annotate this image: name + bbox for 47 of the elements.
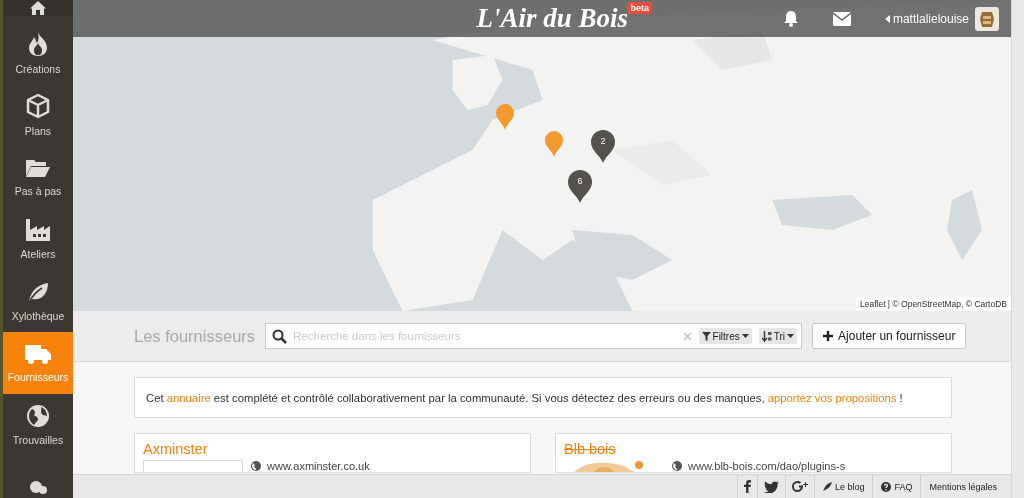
google-plus-icon xyxy=(791,480,808,493)
map-cluster-marker[interactable]: 2 xyxy=(590,130,616,164)
filter-dropdown[interactable]: Filtres xyxy=(698,328,752,344)
faq-link[interactable]: FAQ xyxy=(872,475,921,498)
bird-icon xyxy=(763,480,779,493)
user-menu[interactable]: mattlalielouise xyxy=(884,6,999,31)
folder-icon xyxy=(25,157,51,179)
factory-icon xyxy=(25,218,51,242)
add-supplier-button[interactable]: Ajouter un fournisseur xyxy=(812,323,967,349)
home-button[interactable] xyxy=(3,0,73,16)
sidebar-item[interactable]: Trouvailles xyxy=(3,394,73,456)
caret-icon xyxy=(741,334,749,338)
pen-icon xyxy=(822,482,832,491)
sidebar-item[interactable]: Créations xyxy=(3,22,73,84)
help-icon xyxy=(881,481,892,492)
leaf-icon xyxy=(26,280,50,304)
filter-icon xyxy=(701,331,711,341)
globe-icon xyxy=(26,404,50,428)
plus-icon xyxy=(823,331,834,341)
facebook-icon xyxy=(743,480,751,493)
bell-icon[interactable] xyxy=(782,10,799,27)
person-icon xyxy=(27,480,49,494)
site-logo[interactable]: L'Air du Bois xyxy=(476,5,628,32)
truck-icon xyxy=(24,343,52,365)
envelope-icon[interactable] xyxy=(832,11,851,26)
sidebar-item[interactable]: Xylothèque xyxy=(3,270,73,332)
sort-dropdown[interactable]: Tri xyxy=(758,328,798,344)
avatar-icon xyxy=(975,6,999,31)
caret-icon xyxy=(787,334,795,338)
notice-text: Cet annuaire est complété et contrôlé collaborativement par la communauté. Si vous détectez des erreurs ou des manques, apportez vos propositions ! xyxy=(146,391,903,404)
map-attribution: Leaflet | © OpenStreetMap, © CartoDB xyxy=(855,297,1011,311)
map-cluster-marker[interactable]: 6 xyxy=(567,170,593,204)
sort-icon xyxy=(761,330,772,342)
home-icon xyxy=(29,0,47,16)
blog-link[interactable]: Le blog xyxy=(813,475,873,498)
page-title: Les fournisseurs xyxy=(134,326,256,346)
search-icon xyxy=(272,328,288,344)
cube-icon xyxy=(26,93,50,119)
sidebar-item[interactable]: Pas à pas xyxy=(3,146,73,208)
flame-icon xyxy=(27,31,49,57)
scrollbar[interactable] xyxy=(1011,0,1024,498)
caret-icon xyxy=(884,14,890,23)
sidebar-item[interactable]: Ateliers xyxy=(3,208,73,270)
sidebar-item[interactable]: Plans xyxy=(3,84,73,146)
supplier-url[interactable]: www.axminster.co.uk xyxy=(267,460,370,472)
supplier-url[interactable]: www.blb-bois.com/dao/plugins-s xyxy=(688,460,846,472)
beta-badge: beta xyxy=(627,2,652,14)
